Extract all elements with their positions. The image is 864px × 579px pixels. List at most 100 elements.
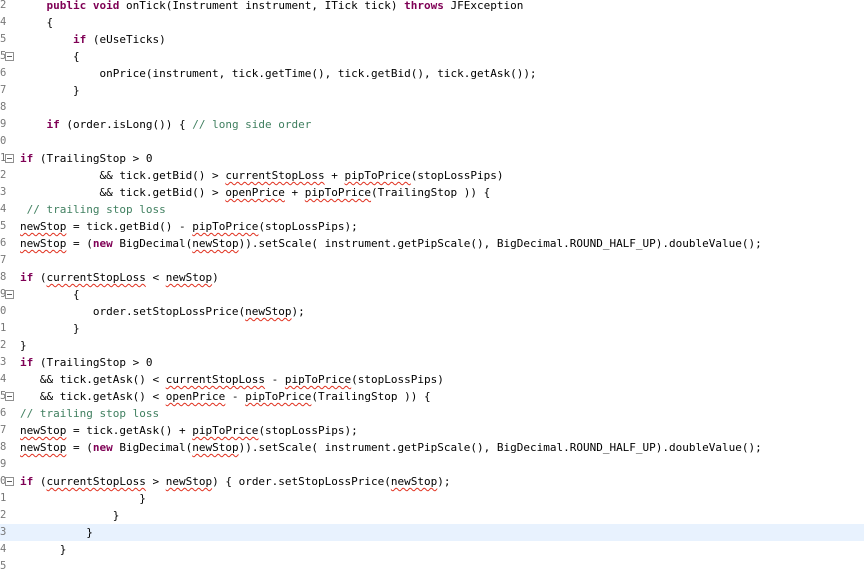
code-token: onPrice(instrument, tick.getTime(), tick… bbox=[20, 67, 537, 80]
line-number: 6 bbox=[0, 237, 6, 249]
warning-token: openPrice bbox=[165, 390, 226, 403]
warning-token: newStop bbox=[245, 305, 292, 318]
fold-toggle-icon[interactable] bbox=[5, 392, 14, 401]
code-editor[interactable]: 2 public void onTick(Instrument instrume… bbox=[0, 0, 864, 579]
line-number: 9 bbox=[0, 118, 6, 130]
keyword-token: if bbox=[46, 118, 60, 131]
code-token: ); bbox=[437, 475, 451, 488]
code-token: && tick.getBid() > bbox=[20, 186, 226, 199]
code-line[interactable]: 1 } bbox=[0, 490, 864, 507]
code-text: newStop = tick.getAsk() + pipToPrice(sto… bbox=[20, 422, 358, 439]
code-line[interactable]: 3 if (TrailingStop > 0 bbox=[0, 354, 864, 371]
code-line[interactable]: 1 if (TrailingStop > 0 bbox=[0, 150, 864, 167]
code-token: (eUseTicks) bbox=[86, 33, 166, 46]
code-line[interactable]: 9 bbox=[0, 456, 864, 473]
code-text: } bbox=[20, 82, 80, 99]
line-number: 7 bbox=[0, 84, 6, 96]
code-line[interactable]: 6 onPrice(instrument, tick.getTime(), ti… bbox=[0, 65, 864, 82]
code-token: && tick.getBid() > bbox=[20, 169, 226, 182]
code-line[interactable]: 3 && tick.getBid() > openPrice + pipToPr… bbox=[0, 184, 864, 201]
code-line[interactable]: 9 if (order.isLong()) { // long side ord… bbox=[0, 116, 864, 133]
code-token: { bbox=[20, 288, 80, 301]
code-token: (TrailingStop > 0 bbox=[33, 152, 153, 165]
code-token: { bbox=[20, 50, 80, 63]
code-line[interactable]: 4 // trailing stop loss bbox=[0, 201, 864, 218]
code-token: (TrailingStop )) { bbox=[371, 186, 491, 199]
code-line[interactable]: 5 bbox=[0, 558, 864, 575]
fold-toggle-icon[interactable] bbox=[5, 154, 14, 163]
line-number: 9 bbox=[0, 458, 6, 470]
code-line[interactable]: 4 && tick.getAsk() < currentStopLoss - p… bbox=[0, 371, 864, 388]
comment-token: // trailing stop loss bbox=[20, 407, 160, 420]
code-token: } bbox=[20, 492, 146, 505]
warning-token: newStop bbox=[20, 424, 67, 437]
code-line[interactable]: 8 if (currentStopLoss < newStop) bbox=[0, 269, 864, 286]
line-number: 3 bbox=[0, 526, 6, 538]
line-number: 4 bbox=[0, 373, 6, 385]
code-line[interactable]: 7 newStop = tick.getAsk() + pipToPrice(st… bbox=[0, 422, 864, 439]
fold-toggle-icon[interactable] bbox=[5, 477, 14, 486]
code-token: && tick.getAsk() < bbox=[20, 373, 166, 386]
code-token: = ( bbox=[66, 441, 93, 454]
code-token: BigDecimal( bbox=[112, 441, 193, 454]
keyword-token: if bbox=[20, 271, 34, 284]
code-token: } bbox=[20, 339, 27, 352]
keyword-token: if bbox=[20, 475, 34, 488]
code-token: ( bbox=[33, 475, 47, 488]
warning-token: currentStopLoss bbox=[46, 475, 146, 488]
code-line[interactable]: 4 { bbox=[0, 14, 864, 31]
code-line[interactable]: 0 if (currentStopLoss > newStop) { order.… bbox=[0, 473, 864, 490]
line-number: 5 bbox=[0, 220, 6, 232]
warning-token: pipToPrice bbox=[304, 186, 372, 199]
code-line[interactable]: 5 if (eUseTicks) bbox=[0, 31, 864, 48]
code-text: order.setStopLossPrice(newStop); bbox=[20, 303, 305, 320]
code-token: )).setScale( instrument.getPipScale(), B… bbox=[238, 237, 762, 250]
code-line[interactable]: 8 newStop = (new BigDecimal(newStop)).set… bbox=[0, 439, 864, 456]
line-number: 6 bbox=[0, 67, 6, 79]
code-text: && tick.getAsk() < currentStopLoss - pip… bbox=[20, 371, 444, 388]
code-line[interactable]: 2} bbox=[0, 337, 864, 354]
code-line[interactable]: 5 newStop = tick.getBid() - pipToPrice(st… bbox=[0, 218, 864, 235]
keyword-token: new bbox=[92, 237, 113, 250]
fold-toggle-icon[interactable] bbox=[5, 290, 14, 299]
code-line[interactable]: 7 bbox=[0, 252, 864, 269]
code-line[interactable]: 2 public void onTick(Instrument instrume… bbox=[0, 0, 864, 14]
code-token: } bbox=[20, 543, 67, 556]
code-line[interactable]: 9 { bbox=[0, 286, 864, 303]
code-line[interactable]: 6 // trailing stop loss bbox=[0, 405, 864, 422]
code-token: } bbox=[20, 84, 80, 97]
code-text: // trailing stop loss bbox=[20, 405, 159, 422]
code-line[interactable]: 2 && tick.getBid() > currentStopLoss + p… bbox=[0, 167, 864, 184]
code-text: && tick.getBid() > openPrice + pipToPric… bbox=[20, 184, 490, 201]
warning-token: newStop bbox=[192, 237, 239, 250]
code-line[interactable]: 1 } bbox=[0, 320, 864, 337]
code-line[interactable]: 0 bbox=[0, 133, 864, 150]
keyword-token: if bbox=[72, 33, 87, 46]
warning-token: newStop bbox=[192, 441, 239, 454]
warning-token: newStop bbox=[20, 441, 67, 454]
comment-token: // long side order bbox=[192, 118, 312, 131]
code-line[interactable]: 5 && tick.getAsk() < openPrice - pipToPr… bbox=[0, 388, 864, 405]
warning-token: pipToPrice bbox=[192, 220, 259, 233]
code-line[interactable]: 8 bbox=[0, 99, 864, 116]
code-token: - bbox=[225, 390, 246, 403]
fold-toggle-icon[interactable] bbox=[5, 52, 14, 61]
code-text: if (currentStopLoss < newStop) bbox=[20, 269, 219, 286]
code-line[interactable]: 2 } bbox=[0, 507, 864, 524]
line-number: 7 bbox=[0, 424, 6, 436]
warning-token: openPrice bbox=[225, 186, 285, 199]
code-text: public void onTick(Instrument instrument… bbox=[20, 0, 524, 14]
code-line[interactable]: 3 } bbox=[0, 524, 864, 541]
code-text: } bbox=[20, 337, 27, 354]
code-line[interactable]: 6 newStop = (new BigDecimal(newStop)).set… bbox=[0, 235, 864, 252]
code-line[interactable]: 7 } bbox=[0, 82, 864, 99]
warning-token: newStop bbox=[390, 475, 438, 488]
code-line[interactable]: 0 order.setStopLossPrice(newStop); bbox=[0, 303, 864, 320]
code-token: = tick.getBid() - bbox=[66, 220, 193, 233]
code-line[interactable]: 4 } bbox=[0, 541, 864, 558]
line-number: 0 bbox=[0, 135, 6, 147]
code-token: JFException bbox=[443, 0, 524, 12]
keyword-token: if bbox=[20, 356, 34, 369]
code-line[interactable]: 5 { bbox=[0, 48, 864, 65]
